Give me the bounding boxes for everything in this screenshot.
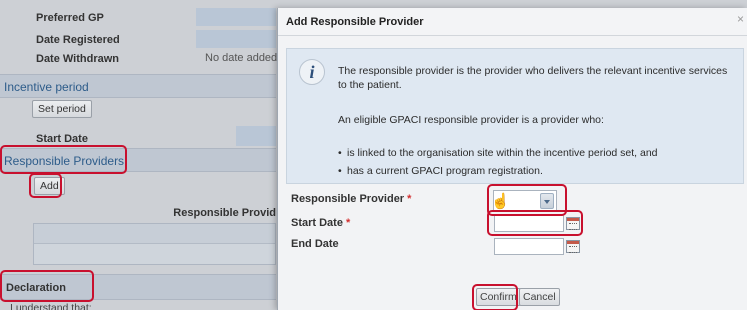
preferred-gp-label: Preferred GP xyxy=(36,12,104,24)
start-date-field xyxy=(236,126,276,146)
info-icon: i xyxy=(299,59,325,85)
date-registered-label: Date Registered xyxy=(36,34,120,46)
end-date-input[interactable] xyxy=(494,238,564,255)
responsible-provider-label-text: Responsible Provider xyxy=(291,193,405,205)
close-icon[interactable]: × xyxy=(737,12,747,26)
info-bullet-1-text: is linked to the organisation site withi… xyxy=(347,147,658,159)
info-bullet-2-text: has a current GPACI program registration… xyxy=(347,165,543,177)
responsible-providers-title: Responsible Providers xyxy=(4,154,125,168)
table-row xyxy=(34,224,275,244)
dialog-title: Add Responsible Provider xyxy=(286,16,424,28)
calendar-icon[interactable] xyxy=(566,240,580,253)
date-registered-field xyxy=(196,30,276,48)
responsible-provider-label: Responsible Provider * xyxy=(291,193,411,205)
declaration-text: I understand that: xyxy=(10,302,92,310)
date-withdrawn-value: No date added xyxy=(205,52,278,64)
end-date-label: End Date xyxy=(291,238,339,250)
calendar-icon[interactable] xyxy=(566,217,580,230)
hand-pointer-icon: ☝ xyxy=(491,193,510,210)
add-responsible-provider-dialog: Add Responsible Provider × i The respons… xyxy=(277,8,747,310)
info-bullet-1: • is linked to the organisation site with… xyxy=(338,147,658,159)
incentive-period-title: Incentive period xyxy=(4,80,89,94)
start-date-input[interactable] xyxy=(494,215,564,232)
required-marker: * xyxy=(407,193,412,205)
required-marker: * xyxy=(346,217,351,229)
preferred-gp-field xyxy=(196,8,276,26)
info-panel: i The responsible provider is the provid… xyxy=(286,48,744,184)
responsible-providers-column-header: Responsible Provid xyxy=(173,207,276,219)
date-withdrawn-label: Date Withdrawn xyxy=(36,53,120,65)
start-date-label: Start Date * xyxy=(291,217,350,229)
info-paragraph-1: The responsible provider is the provider… xyxy=(338,65,728,91)
chevron-down-icon[interactable] xyxy=(540,193,554,209)
confirm-button[interactable]: Confirm xyxy=(476,288,521,306)
dialog-title-bar: Add Responsible Provider × xyxy=(278,8,747,36)
set-period-button[interactable]: Set period xyxy=(32,100,92,118)
start-date-label-text: Start Date xyxy=(291,217,343,229)
info-bullet-2: • has a current GPACI program registratio… xyxy=(338,165,543,177)
start-date-label: Start Date xyxy=(36,133,88,145)
add-provider-button[interactable]: Add xyxy=(34,177,65,195)
cancel-button[interactable]: Cancel xyxy=(519,288,560,306)
responsible-providers-table xyxy=(33,223,276,265)
declaration-title: Declaration xyxy=(6,282,66,294)
info-paragraph-2: An eligible GPACI responsible provider i… xyxy=(338,114,604,126)
